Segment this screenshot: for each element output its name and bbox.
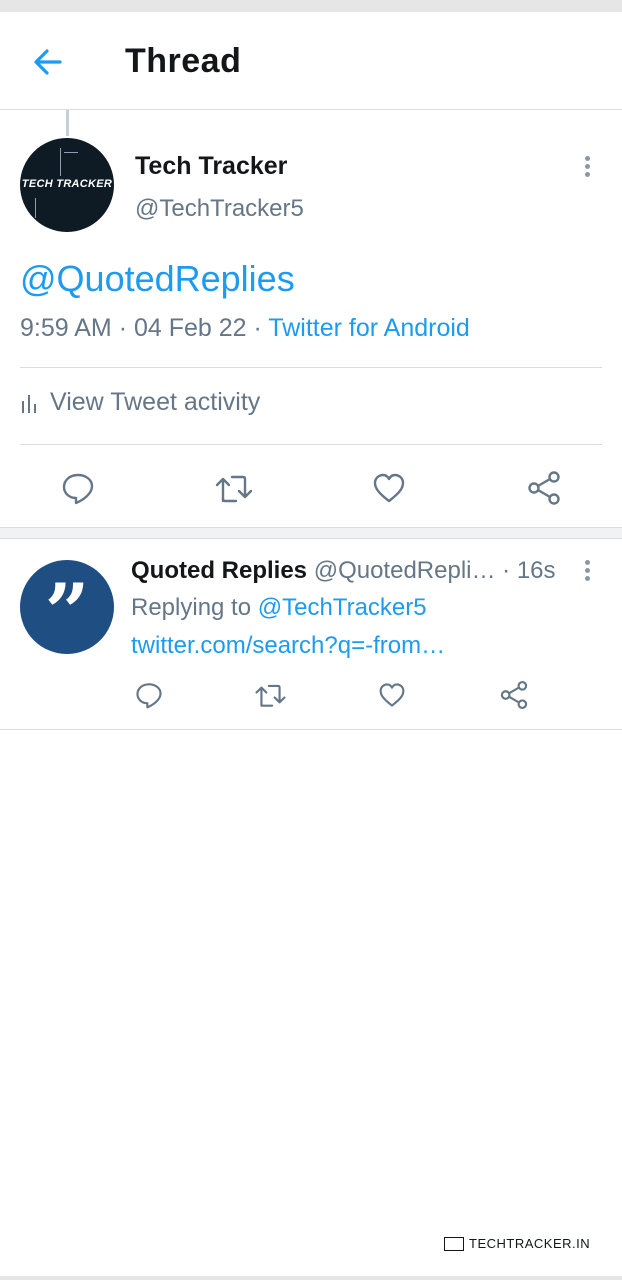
arrow-left-icon: [34, 49, 62, 75]
bar-chart-icon: [22, 394, 36, 413]
tweet-time: 16s: [516, 557, 556, 584]
share-button[interactable]: [524, 468, 564, 508]
retweet-button[interactable]: [212, 468, 256, 508]
watermark-text: TECHTRACKER.IN: [469, 1236, 591, 1251]
tweet-text-mention[interactable]: @QuotedReplies: [20, 258, 295, 300]
tweet-source-link[interactable]: Twitter for Android: [268, 314, 469, 342]
replying-mention-link[interactable]: @TechTracker5: [258, 594, 427, 621]
reply-button[interactable]: [58, 468, 98, 508]
status-strip: [0, 0, 622, 12]
heart-icon: [373, 473, 405, 503]
tweet-link[interactable]: twitter.com/search?q=-from…: [131, 632, 445, 660]
quote-mark-icon: ”: [44, 567, 90, 654]
avatar[interactable]: TECH TRACKER: [20, 138, 114, 232]
reply-button[interactable]: [132, 678, 166, 712]
author-name[interactable]: Tech Tracker: [135, 152, 287, 181]
meta-separator: ·: [118, 314, 134, 342]
meta-separator: ·: [253, 314, 269, 342]
reply-icon: [62, 473, 94, 505]
view-activity-button[interactable]: View Tweet activity: [20, 388, 260, 417]
reply-header: Quoted Replies @QuotedRepli… · 16s: [131, 557, 556, 585]
author-handle[interactable]: @QuotedRepli…: [314, 557, 496, 584]
retweet-icon: [215, 475, 253, 503]
more-options-button[interactable]: [576, 558, 598, 584]
divider: [0, 729, 622, 730]
avatar-decoration: [64, 152, 78, 153]
cursor-window-icon: [444, 1236, 464, 1251]
heart-icon: [379, 683, 405, 707]
thread-connector-line: [66, 110, 69, 136]
section-divider: [0, 527, 622, 539]
share-icon: [500, 681, 528, 709]
share-button[interactable]: [497, 678, 531, 712]
tweet-date: 04 Feb 22: [133, 314, 247, 342]
avatar-decoration: [60, 148, 61, 176]
app-header: Thread: [0, 12, 622, 110]
tweet-meta: 9:59 AM · 04 Feb 22 · Twitter for Androi…: [20, 314, 470, 343]
reply-icon: [136, 683, 162, 709]
page-title: Thread: [125, 42, 242, 80]
retweet-button[interactable]: [252, 678, 288, 712]
more-options-button[interactable]: [576, 154, 598, 180]
author-name[interactable]: Quoted Replies: [131, 557, 307, 584]
activity-label: View Tweet activity: [50, 388, 261, 416]
avatar[interactable]: ”: [20, 560, 114, 654]
bottom-strip: [0, 1276, 622, 1280]
author-handle[interactable]: @TechTracker5: [135, 195, 304, 223]
back-button[interactable]: [30, 44, 66, 80]
avatar-decoration: [35, 198, 36, 218]
replying-prefix: Replying to: [131, 594, 252, 621]
watermark: TECHTRACKER.IN: [444, 1236, 590, 1251]
meta-separator: ·: [502, 557, 517, 584]
avatar-logo-text: TECH TRACKER: [21, 178, 113, 190]
tweet-time: 9:59 AM: [20, 314, 112, 342]
share-icon: [528, 471, 560, 505]
retweet-icon: [254, 684, 286, 707]
replying-to: Replying to @TechTracker5: [131, 594, 427, 622]
divider: [20, 444, 602, 445]
like-button[interactable]: [369, 468, 409, 508]
divider: [20, 367, 602, 368]
like-button[interactable]: [375, 678, 409, 712]
